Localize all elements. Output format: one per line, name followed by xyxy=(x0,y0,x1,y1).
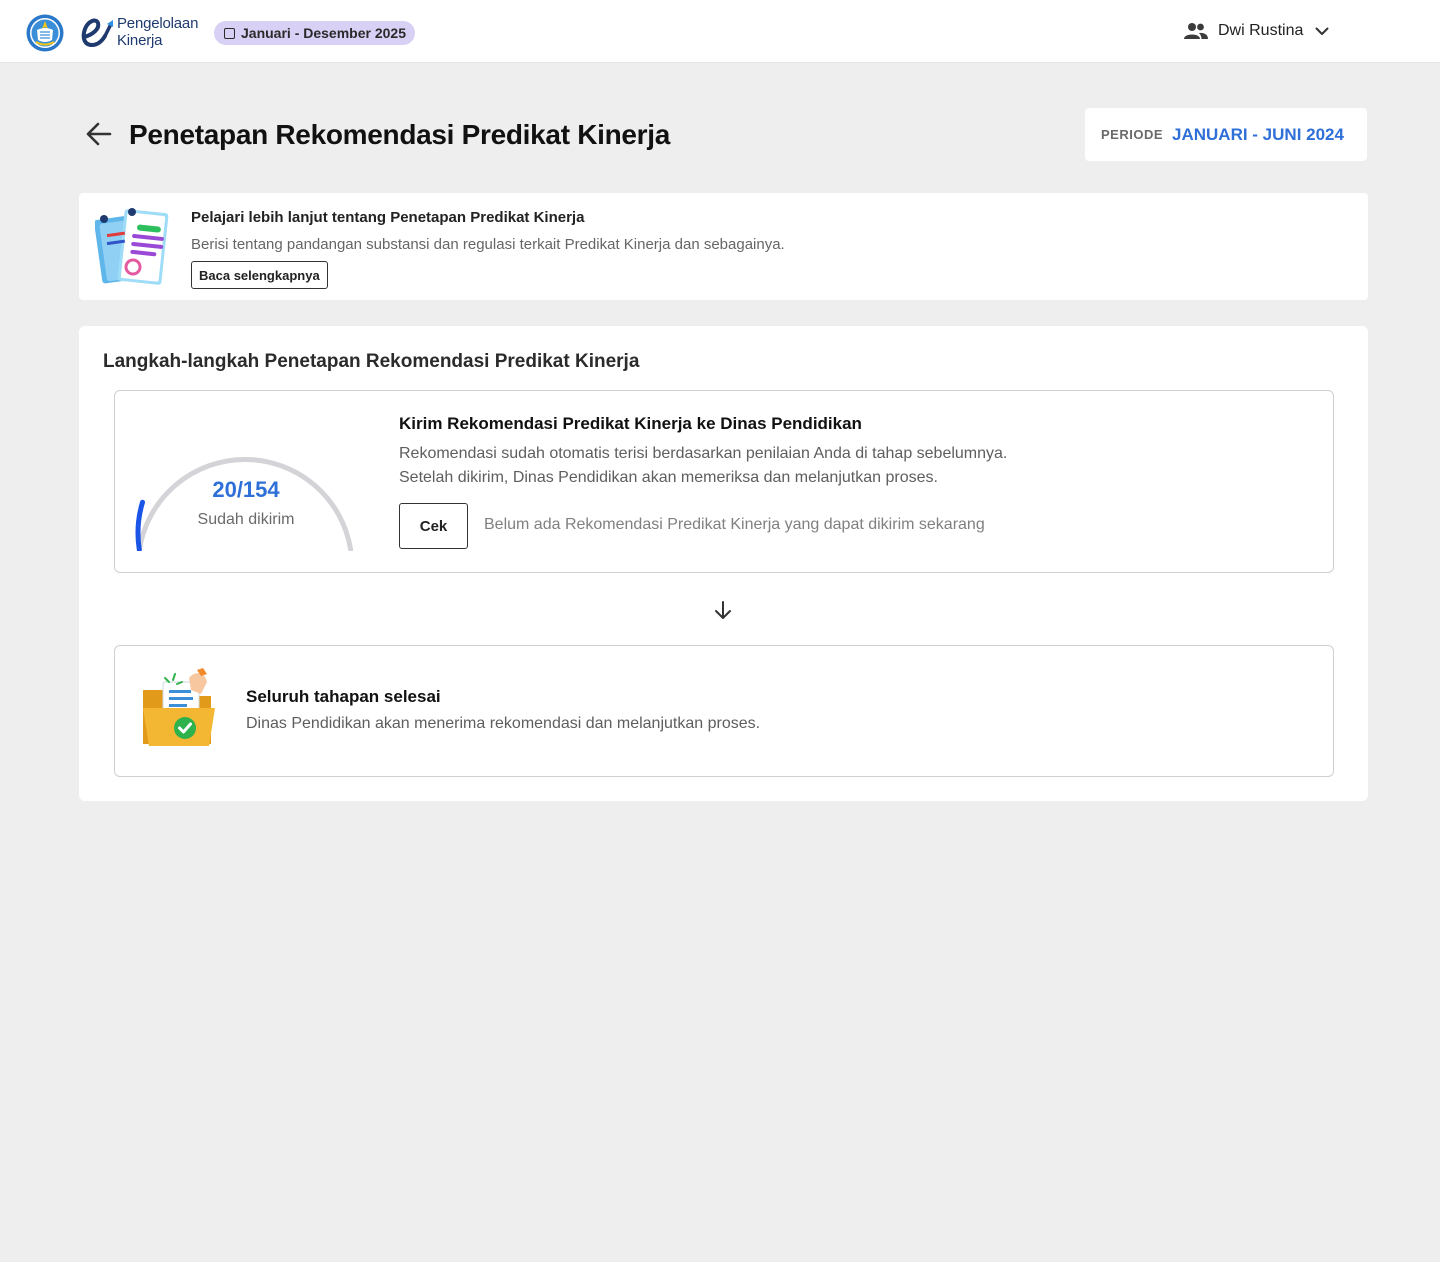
step2-title: Seluruh tahapan selesai xyxy=(246,687,441,706)
user-menu[interactable]: Dwi Rustina xyxy=(1184,18,1329,44)
step1-desc-line1: Rekomendasi sudah otomatis terisi berdas… xyxy=(399,445,1008,462)
info-description: Berisi tentang pandangan substansi dan r… xyxy=(191,236,785,253)
info-title: Pelajari lebih lanjut tentang Penetapan … xyxy=(191,209,585,226)
calendar-icon xyxy=(224,27,235,39)
users-icon xyxy=(1184,23,1208,39)
periode-label: PERIODE xyxy=(1101,127,1164,142)
steps-title: Langkah-langkah Penetapan Rekomendasi Pr… xyxy=(103,351,640,372)
arrow-down-icon xyxy=(715,601,731,619)
back-arrow-icon[interactable] xyxy=(84,119,114,149)
sent-count: 20/154 xyxy=(212,477,280,502)
brand-line-2: Kinerja xyxy=(117,32,163,49)
user-name: Dwi Rustina xyxy=(1218,22,1304,39)
top-bar: Pengelolaan Kinerja Januari - Desember 2… xyxy=(0,0,1440,63)
step1-desc-line2: Setelah dikirim, Dinas Pendidikan akan m… xyxy=(399,469,938,486)
step-complete: Seluruh tahapan selesai Dinas Pendidikan… xyxy=(114,645,1334,777)
sent-label: Sudah dikirim xyxy=(197,511,295,528)
info-banner: Pelajari lebih lanjut tentang Penetapan … xyxy=(79,193,1368,300)
periode-value: JANUARI - JUNI 2024 xyxy=(1172,124,1344,144)
gauge-track xyxy=(136,456,354,551)
periode-selector: PERIODE JANUARI - JUNI 2024 xyxy=(1085,108,1367,161)
steps-card: Langkah-langkah Penetapan Rekomendasi Pr… xyxy=(79,326,1368,801)
step1-note: Belum ada Rekomendasi Predikat Kinerja y… xyxy=(484,516,985,533)
brand-line-1: Pengelolaan xyxy=(117,15,199,32)
step-send-recommendation: 20/154 Sudah dikirim Kirim Rekomendasi P… xyxy=(114,390,1334,573)
step2-description: Dinas Pendidikan akan menerima rekomenda… xyxy=(246,715,761,732)
kemdikbud-logo-icon[interactable] xyxy=(26,14,64,52)
year-period-badge[interactable]: Januari - Desember 2025 xyxy=(214,21,415,45)
year-period-text: Januari - Desember 2025 xyxy=(241,25,406,41)
documents-illustration-icon xyxy=(95,208,169,285)
e-kinerja-logo-icon[interactable] xyxy=(78,15,118,49)
cek-button[interactable]: Cek xyxy=(399,503,468,549)
folder-check-illustration-icon xyxy=(143,668,215,746)
chevron-down-icon[interactable] xyxy=(1315,27,1329,36)
read-more-button[interactable]: Baca selengkapnya xyxy=(191,261,328,289)
brand-name: Pengelolaan Kinerja xyxy=(117,15,198,49)
step1-title: Kirim Rekomendasi Predikat Kinerja ke Di… xyxy=(399,414,862,433)
page-title: Penetapan Rekomendasi Predikat Kinerja xyxy=(129,119,671,150)
step1-description: Rekomendasi sudah otomatis terisi berdas… xyxy=(399,442,1007,490)
